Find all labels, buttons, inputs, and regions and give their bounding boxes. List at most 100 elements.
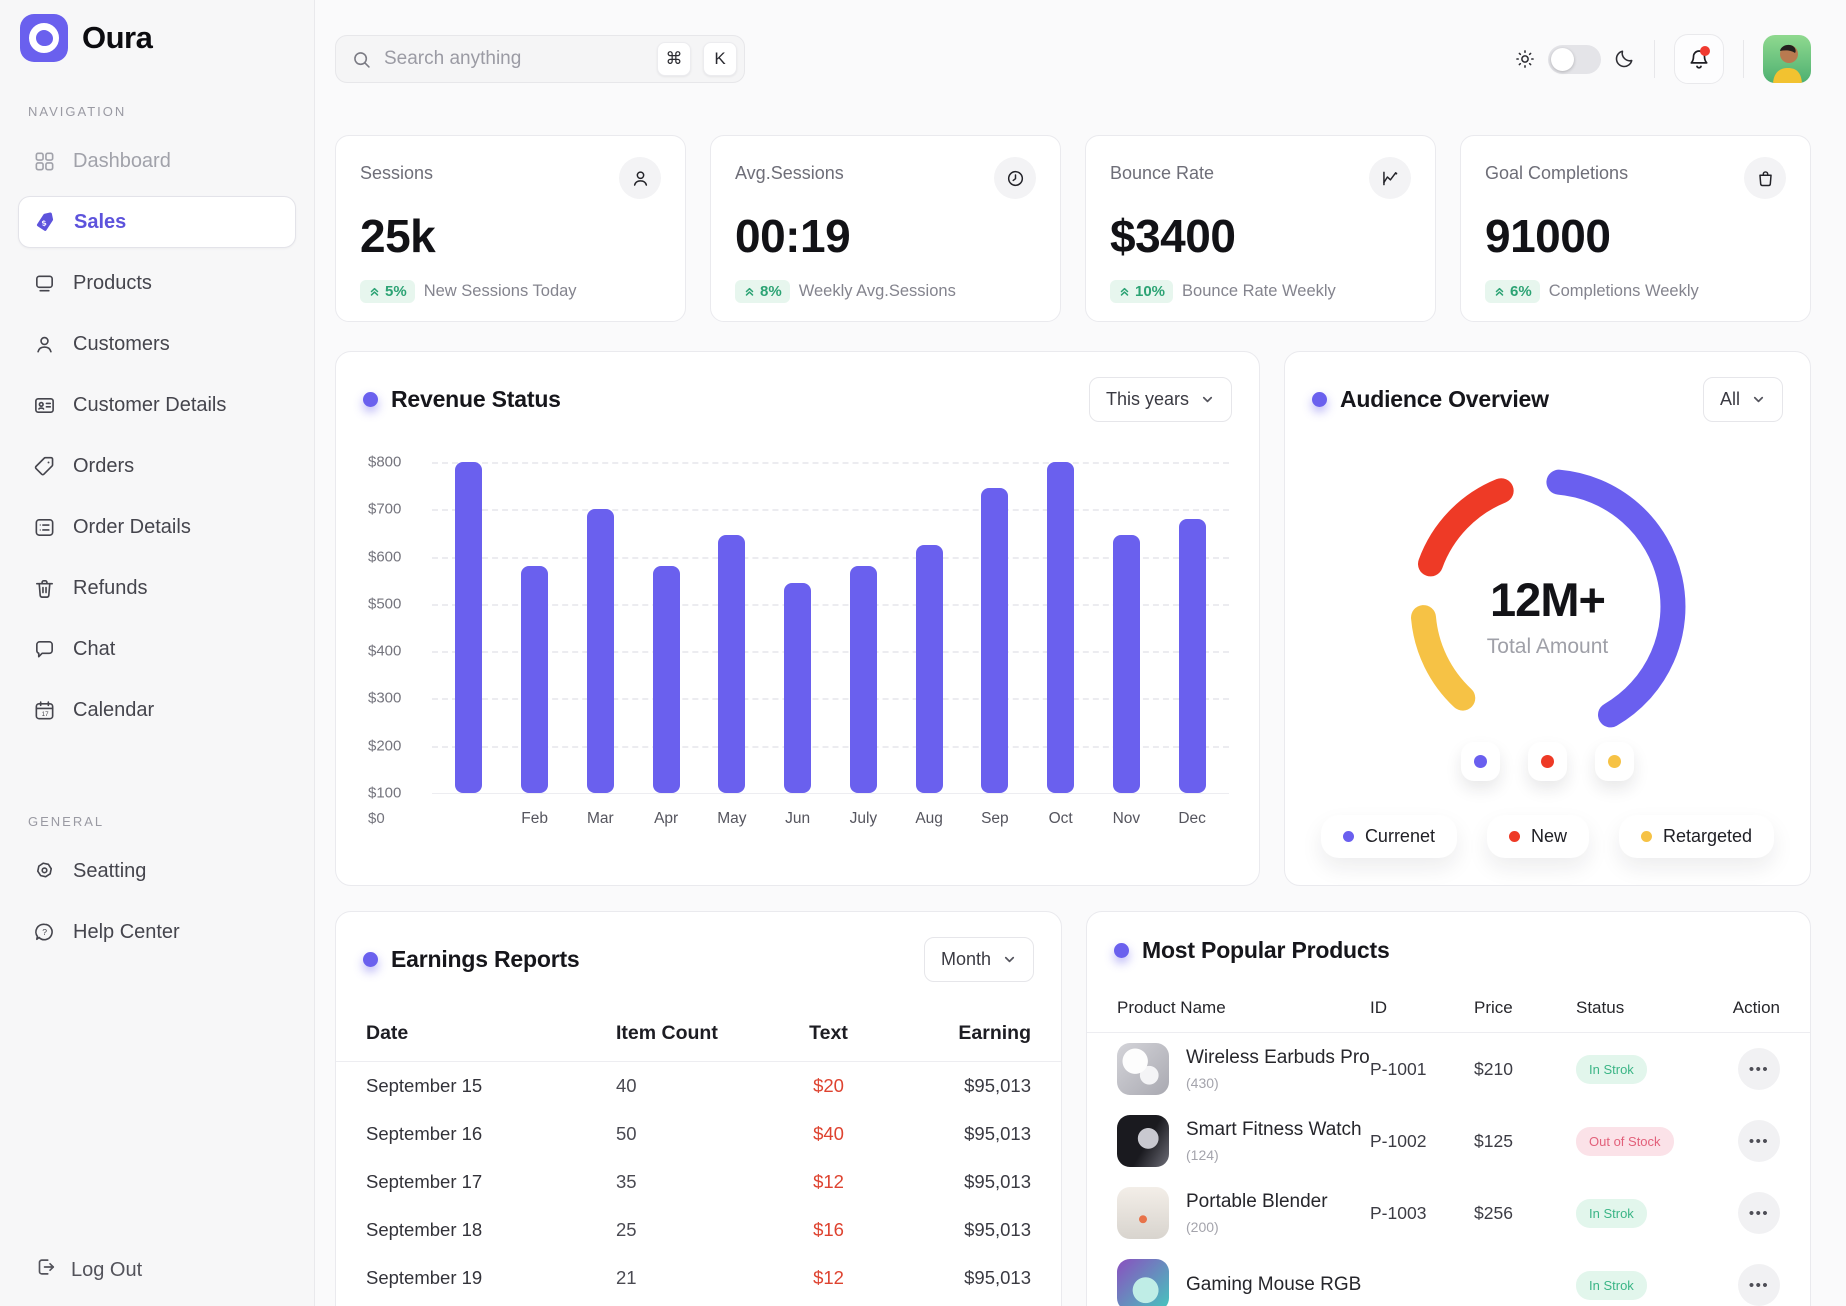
cell-text: $20 [766,1075,891,1097]
revenue-bar-oct[interactable] [1047,462,1074,793]
legend-dot-chip-retargeted[interactable] [1595,742,1634,781]
logout-button[interactable]: Log Out [34,1256,142,1284]
x-axis-label: Sep [962,810,1028,828]
sidebar-item-label: Customers [73,333,170,356]
sidebar-item-customers[interactable]: Customers [18,318,296,370]
stat-card-bounce-rate: Bounce Rate$340010%Bounce Rate Weekly [1085,135,1436,322]
sidebar-item-label: Seatting [73,860,146,883]
gauge-dot-chips [1285,742,1810,781]
bar-slot [699,462,765,793]
sidebar-item-help-center[interactable]: ?Help Center [18,906,296,958]
search-icon [351,49,372,70]
revenue-bar-sep[interactable] [981,488,1008,793]
sidebar-item-dashboard[interactable]: Dashboard [18,135,296,187]
revenue-bar-july[interactable] [850,566,877,793]
row-actions-button[interactable]: ••• [1738,1264,1780,1306]
user-avatar[interactable] [1763,35,1811,83]
revenue-bar-feb[interactable] [521,566,548,793]
legend-dot-chip-new[interactable] [1528,742,1567,781]
stat-value: 25k [360,209,661,263]
stat-card-sessions: Sessions25k5%New Sessions Today [335,135,686,322]
revenue-bar-aug[interactable] [916,545,943,793]
revenue-bar-jan[interactable] [455,462,482,793]
revenue-bar-jun[interactable] [784,583,811,793]
legend-pill-retargeted[interactable]: Retargeted [1619,815,1774,858]
revenue-bar-may[interactable] [718,535,745,793]
cell-item-count: 25 [616,1219,766,1241]
shopping-bag-icon [1744,157,1786,199]
svg-text:?: ? [42,927,47,937]
revenue-bar-apr[interactable] [653,566,680,793]
search-input[interactable]: Search anything ⌘ K [335,35,745,83]
audience-filter-dropdown[interactable]: All [1703,377,1783,422]
sidebar-item-order-details[interactable]: Order Details [18,501,296,553]
bar-slot [765,462,831,793]
stat-title: Bounce Rate [1110,163,1214,184]
legend-dot-chip-currenet[interactable] [1461,742,1500,781]
theme-toggle[interactable] [1548,45,1601,74]
cell-text: $12 [766,1171,891,1193]
cell-date: September 19 [366,1267,616,1289]
toggle-knob [1551,48,1574,71]
sidebar-item-label: Orders [73,455,134,478]
x-axis-label: Oct [1028,810,1094,828]
sidebar-item-orders[interactable]: Orders [18,440,296,492]
popular-products-card: Most Popular Products Product Name ID Pr… [1086,911,1811,1306]
sidebar-item-products[interactable]: Products [18,257,296,309]
bar-slot [633,462,699,793]
sidebar-item-seatting[interactable]: Seatting [18,845,296,897]
bar-slot [1094,462,1160,793]
bar-slot [1159,462,1225,793]
row-actions-button[interactable]: ••• [1738,1048,1780,1090]
earnings-reports-card: Earnings Reports Month Date Item Count T… [335,911,1062,1306]
product-table-row: Gaming Mouse RGBIn Strok••• [1087,1249,1810,1306]
product-thumbnail-smart-fitness-watch [1117,1115,1169,1167]
products-card-header: Most Popular Products [1087,912,1810,964]
x-axis-label: Nov [1094,810,1160,828]
legend-pill-new[interactable]: New [1487,815,1589,858]
revenue-bar-nov[interactable] [1113,535,1140,793]
revenue-title: Revenue Status [391,386,561,413]
topbar-actions [1514,34,1811,84]
cell-item-count: 35 [616,1171,766,1193]
sidebar-item-customer-details[interactable]: Customer Details [18,379,296,431]
legend-label: Currenet [1365,826,1435,847]
row-actions-button[interactable]: ••• [1738,1192,1780,1234]
logout-label: Log Out [71,1259,142,1282]
storefront-icon [33,272,56,295]
sidebar-item-label: Sales [74,211,126,234]
sidebar-item-chat[interactable]: Chat [18,623,296,675]
cell-earning: $95,013 [891,1171,1031,1193]
column-header-id: ID [1370,998,1474,1018]
sidebar-item-refunds[interactable]: Refunds [18,562,296,614]
chat-bubble-icon [33,638,56,661]
stat-value: 00:19 [735,209,1036,263]
cell-date: September 18 [366,1219,616,1241]
sidebar-item-label: Order Details [73,516,191,539]
revenue-range-dropdown[interactable]: This years [1089,377,1232,422]
sidebar-item-calendar[interactable]: 17Calendar [18,684,296,736]
product-table-row: Portable Blender(200)P-1003$256In Strok•… [1087,1177,1810,1249]
revenue-bar-dec[interactable] [1179,519,1206,793]
audience-gauge-chart: 12M+ Total Amount [1374,440,1722,740]
tag-icon [33,455,56,478]
row-actions-button[interactable]: ••• [1738,1120,1780,1162]
revenue-status-card: Revenue Status This years $800$700$600$5… [335,351,1260,886]
cell-product-price: $210 [1474,1059,1576,1080]
x-axis-label: July [831,810,897,828]
y-axis-label: $400 [368,643,401,660]
sidebar-nav: NAVIGATIONDashboard$SalesProductsCustome… [18,104,296,958]
legend-pill-currenet[interactable]: Currenet [1321,815,1457,858]
cell-product-name: Wireless Earbuds Pro [1186,1047,1370,1069]
stat-caption: New Sessions Today [424,282,577,301]
gauge-segment-new [1430,491,1501,564]
earnings-range-dropdown[interactable]: Month [924,937,1034,982]
products-title: Most Popular Products [1142,937,1390,964]
stat-caption: Weekly Avg.Sessions [799,282,956,301]
sidebar-item-sales[interactable]: $Sales [18,196,296,248]
stat-delta-value: 8% [760,283,782,300]
notifications-button[interactable] [1674,34,1724,84]
grid-icon [33,150,56,173]
revenue-bar-mar[interactable] [587,509,614,793]
sidebar-item-label: Refunds [73,577,148,600]
